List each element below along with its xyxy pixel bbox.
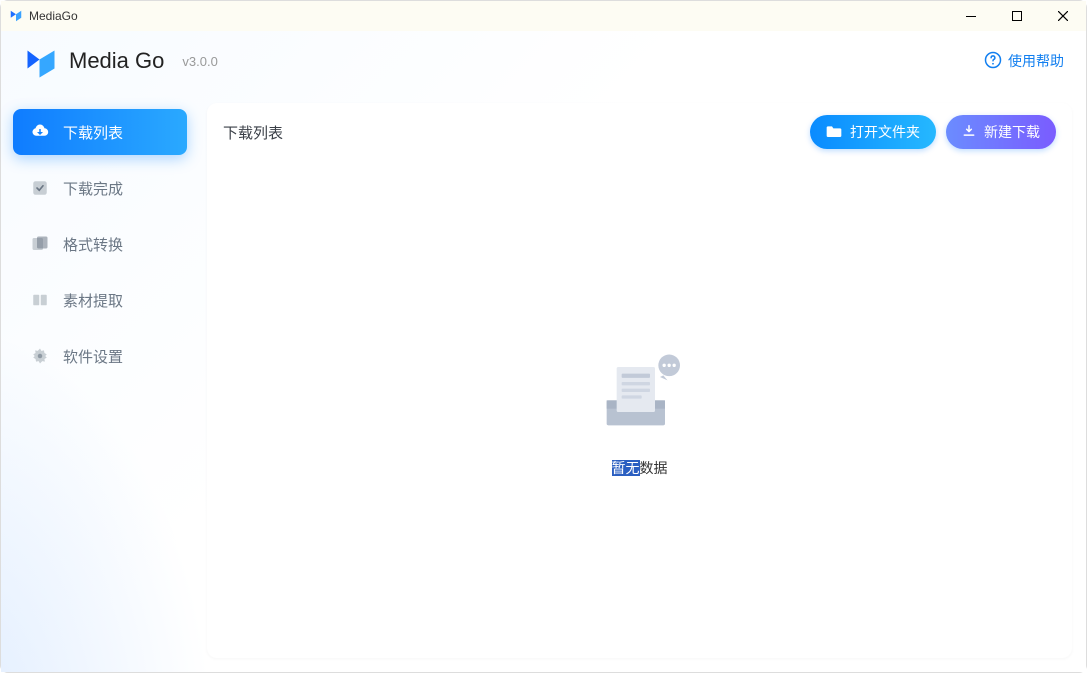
check-square-icon bbox=[31, 179, 49, 197]
app-logo-small bbox=[9, 9, 23, 23]
sidebar-item-format-convert[interactable]: 格式转换 bbox=[13, 221, 187, 267]
extract-icon bbox=[31, 291, 49, 309]
sidebar-item-label: 下载完成 bbox=[63, 178, 123, 199]
new-download-button[interactable]: 新建下载 bbox=[946, 115, 1056, 149]
sidebar-item-label: 软件设置 bbox=[63, 346, 123, 367]
new-download-label: 新建下载 bbox=[984, 122, 1040, 142]
sidebar: 下载列表 下载完成 格式转换 素材提取 软件设置 bbox=[1, 31, 201, 672]
empty-text-rest: 数据 bbox=[640, 460, 668, 476]
folder-icon bbox=[826, 124, 842, 141]
panel-actions: 打开文件夹 新建下载 bbox=[810, 115, 1056, 149]
content-panel: 下载列表 打开文件夹 新建下载 bbox=[207, 103, 1072, 658]
panel-header: 下载列表 打开文件夹 新建下载 bbox=[207, 103, 1072, 161]
sidebar-item-label: 素材提取 bbox=[63, 290, 123, 311]
maximize-button[interactable] bbox=[994, 1, 1040, 31]
open-folder-label: 打开文件夹 bbox=[850, 122, 920, 142]
open-folder-button[interactable]: 打开文件夹 bbox=[810, 115, 936, 149]
sidebar-item-download-list[interactable]: 下载列表 bbox=[13, 109, 187, 155]
empty-text-selected: 暂无 bbox=[612, 460, 640, 476]
empty-state-text: 暂无数据 bbox=[612, 458, 668, 478]
main-area: 下载列表 打开文件夹 新建下载 bbox=[201, 31, 1086, 672]
sidebar-item-download-done[interactable]: 下载完成 bbox=[13, 165, 187, 211]
panel-title: 下载列表 bbox=[223, 122, 810, 143]
cloud-download-icon bbox=[31, 123, 49, 141]
sidebar-item-label: 格式转换 bbox=[63, 234, 123, 255]
download-icon bbox=[962, 124, 976, 141]
titlebar: MediaGo bbox=[1, 1, 1086, 31]
close-button[interactable] bbox=[1040, 1, 1086, 31]
sidebar-item-extract[interactable]: 素材提取 bbox=[13, 277, 187, 323]
convert-icon bbox=[31, 235, 49, 253]
minimize-button[interactable] bbox=[948, 1, 994, 31]
sidebar-item-settings[interactable]: 软件设置 bbox=[13, 333, 187, 379]
window-controls bbox=[948, 1, 1086, 31]
window-title: MediaGo bbox=[29, 9, 78, 23]
sidebar-item-label: 下载列表 bbox=[63, 122, 123, 143]
empty-state-illustration bbox=[590, 342, 690, 442]
settings-icon bbox=[31, 347, 49, 365]
panel-content: 暂无数据 bbox=[207, 161, 1072, 658]
